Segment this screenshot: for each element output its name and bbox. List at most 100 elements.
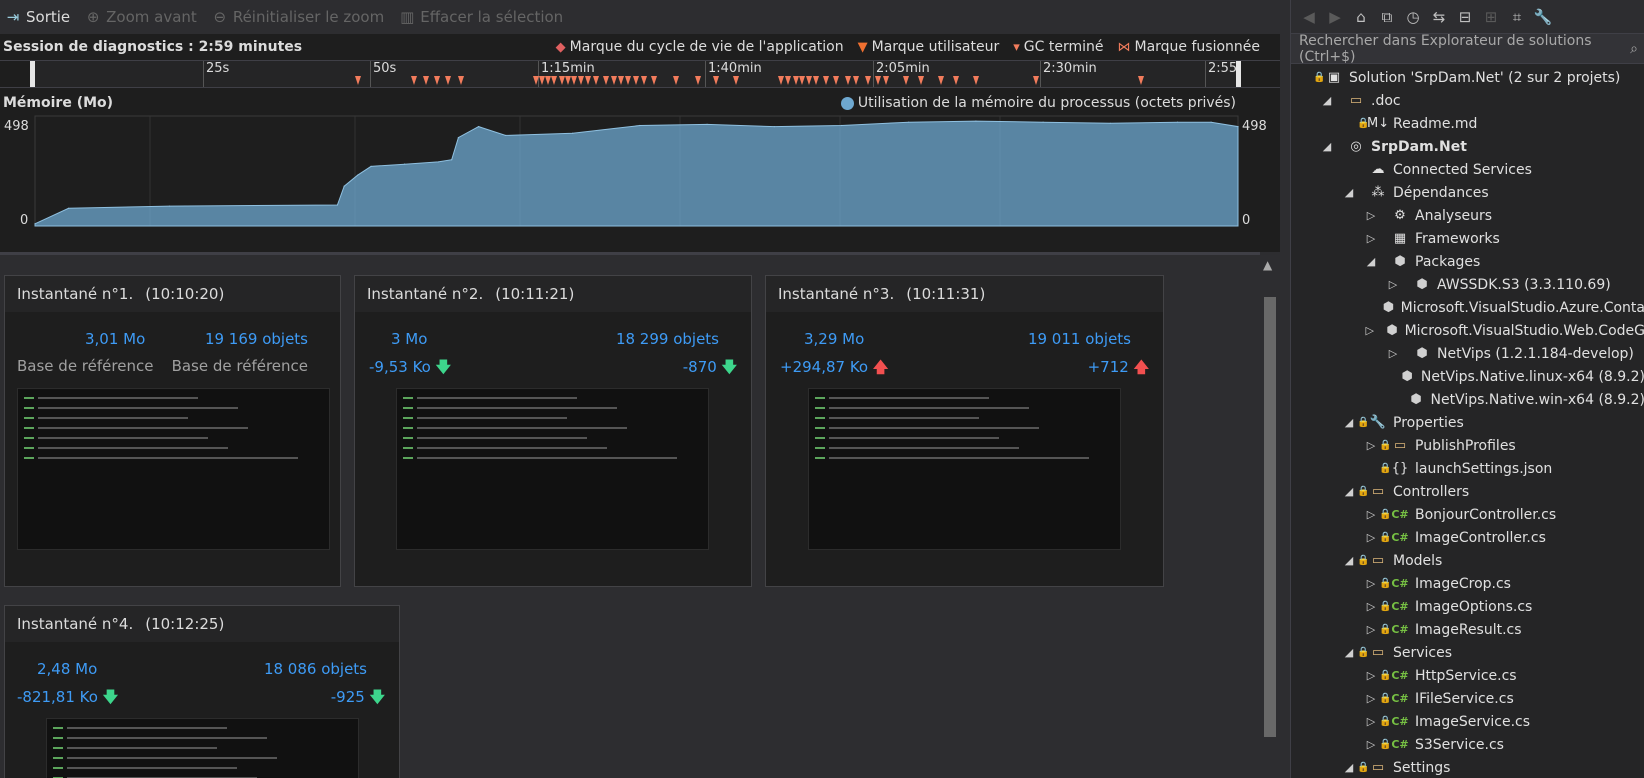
- snapshot-objects-delta-link[interactable]: -925 🡇: [331, 687, 385, 712]
- tree-node[interactable]: ▷ 🔒 C# BonjourController.cs: [1291, 503, 1644, 526]
- snapshot-size-link[interactable]: 3,29 Mo: [804, 330, 864, 348]
- tree-node[interactable]: ▷ ⬢ AWSSDK.S3 (3.3.110.69): [1291, 273, 1644, 296]
- filter-icon[interactable]: ⌗: [1507, 8, 1527, 26]
- expanded-arrow-icon[interactable]: ◢: [1341, 761, 1357, 774]
- snapshot-size-link[interactable]: 3,01 Mo: [85, 330, 145, 348]
- gc-marker[interactable]: [618, 76, 624, 85]
- collapsed-arrow-icon[interactable]: ▷: [1363, 531, 1379, 544]
- snapshot-card[interactable]: Instantané n°2. (10:11:21) 3 Mo 18 299 o…: [354, 275, 752, 587]
- tree-node[interactable]: 🔒{} launchSettings.json: [1291, 457, 1644, 480]
- gc-marker[interactable]: [434, 76, 440, 85]
- snapshot-size-link[interactable]: 3 Mo: [391, 330, 427, 348]
- gc-marker[interactable]: [1138, 76, 1144, 85]
- collapsed-arrow-icon[interactable]: ▷: [1363, 439, 1379, 452]
- tree-node[interactable]: ⬢ Microsoft.VisualStudio.Azure.Conta: [1291, 296, 1644, 319]
- gc-marker[interactable]: [853, 76, 859, 85]
- gc-marker[interactable]: [806, 76, 812, 85]
- tree-node[interactable]: ☁ Connected Services: [1291, 158, 1644, 181]
- tree-node[interactable]: ◢ 🔒 ▭ Settings: [1291, 756, 1644, 778]
- snapshot-size-delta-link[interactable]: -9,53 Ko 🡇: [369, 357, 451, 382]
- tree-node[interactable]: ▷ ⬢ NetVips (1.2.1.184-develop): [1291, 342, 1644, 365]
- gc-marker[interactable]: [865, 76, 871, 85]
- snapshot-objects-delta-link[interactable]: +712 🡅: [1088, 357, 1149, 382]
- zoom-in-button[interactable]: ⊕ Zoom avant: [84, 8, 197, 26]
- gc-marker[interactable]: [411, 76, 417, 85]
- gc-marker[interactable]: [833, 76, 839, 85]
- snapshot-objects-link[interactable]: 19 169 objets: [205, 330, 308, 348]
- scroll-up-icon[interactable]: ▲: [1263, 258, 1272, 272]
- tree-node[interactable]: ▷ ⬢ Microsoft.VisualStudio.Web.CodeG: [1291, 319, 1644, 342]
- snapshot-card[interactable]: Instantané n°3. (10:11:31) 3,29 Mo 19 01…: [765, 275, 1164, 587]
- collapsed-arrow-icon[interactable]: ▷: [1363, 692, 1379, 705]
- gc-marker[interactable]: [785, 76, 791, 85]
- gc-marker[interactable]: [355, 76, 361, 85]
- gc-marker[interactable]: [458, 76, 464, 85]
- splitter[interactable]: [1280, 0, 1290, 778]
- tree-node[interactable]: ▷ 🔒 C# ImageController.cs: [1291, 526, 1644, 549]
- gc-marker[interactable]: [695, 76, 701, 85]
- collapsed-arrow-icon[interactable]: ▷: [1363, 508, 1379, 521]
- gc-marker[interactable]: [423, 76, 429, 85]
- gc-marker[interactable]: [445, 76, 451, 85]
- collapsed-arrow-icon[interactable]: ▷: [1385, 278, 1401, 291]
- solution-search-box[interactable]: Rechercher dans Explorateur de solutions…: [1291, 33, 1644, 65]
- tree-node[interactable]: ▷ 🔒 C# ImageCrop.cs: [1291, 572, 1644, 595]
- snapshot-size-delta-link[interactable]: -821,81 Ko 🡇: [17, 687, 118, 712]
- tree-node[interactable]: 🔒 ▣ Solution 'SrpDam.Net' (2 sur 2 projets…: [1291, 66, 1644, 89]
- expanded-arrow-icon[interactable]: ◢: [1341, 646, 1357, 659]
- collapsed-arrow-icon[interactable]: ▷: [1363, 577, 1379, 590]
- collapsed-arrow-icon[interactable]: ▷: [1363, 623, 1379, 636]
- tree-node[interactable]: ▷ ⚙ Analyseurs: [1291, 204, 1644, 227]
- gc-marker[interactable]: [953, 76, 959, 85]
- tree-node[interactable]: ▷ 🔒 C# ImageOptions.cs: [1291, 595, 1644, 618]
- tree-node[interactable]: ◢ 🔒 ▭ Models: [1291, 549, 1644, 572]
- gc-marker[interactable]: [633, 76, 639, 85]
- tree-node[interactable]: 🔒 M↓ Readme.md: [1291, 112, 1644, 135]
- collapse-all-icon[interactable]: ⊟: [1455, 8, 1475, 26]
- gc-marker[interactable]: [845, 76, 851, 85]
- tree-node[interactable]: ⬢ NetVips.Native.linux-x64 (8.9.2): [1291, 365, 1644, 388]
- expanded-arrow-icon[interactable]: ◢: [1319, 94, 1335, 107]
- properties-icon[interactable]: 🔧: [1533, 8, 1553, 26]
- gc-marker[interactable]: [793, 76, 799, 85]
- tree-node[interactable]: ◢ ⬢ Packages: [1291, 250, 1644, 273]
- collapsed-arrow-icon[interactable]: ▷: [1363, 232, 1379, 245]
- tree-node[interactable]: ◢ 🔒 ▭ Services: [1291, 641, 1644, 664]
- gc-marker[interactable]: [813, 76, 819, 85]
- snapshot-size-link[interactable]: 2,48 Mo: [37, 660, 97, 678]
- collapsed-arrow-icon[interactable]: ▷: [1363, 738, 1379, 751]
- gc-marker[interactable]: [973, 76, 979, 85]
- tree-node[interactable]: ▷ 🔒 C# ImageResult.cs: [1291, 618, 1644, 641]
- clear-selection-button[interactable]: ▥ Effacer la sélection: [398, 8, 563, 26]
- forward-icon[interactable]: ▶: [1325, 8, 1345, 26]
- legend-lifecycle[interactable]: ◆ Marque du cycle de vie de l'application: [556, 39, 844, 55]
- collapsed-arrow-icon[interactable]: ▷: [1364, 324, 1376, 337]
- snapshot-objects-delta-link[interactable]: -870 🡇: [683, 357, 737, 382]
- home-icon[interactable]: ⌂: [1351, 8, 1371, 26]
- sync-icon[interactable]: ⇆: [1429, 8, 1449, 26]
- gc-marker[interactable]: [641, 76, 647, 85]
- timeline-ruler[interactable]: 25s 50s 1:15min 1:40min 2:05min 2:30min …: [0, 60, 1280, 88]
- expanded-arrow-icon[interactable]: ◢: [1341, 416, 1357, 429]
- expanded-arrow-icon[interactable]: ◢: [1319, 140, 1335, 153]
- snapshot-size-delta-link[interactable]: +294,87 Ko 🡅: [780, 357, 888, 382]
- gc-marker[interactable]: [778, 76, 784, 85]
- tree-node[interactable]: ▷ 🔒 C# S3Service.cs: [1291, 733, 1644, 756]
- exit-button[interactable]: ⇥ Sortie: [4, 8, 70, 26]
- memory-chart[interactable]: 498 0 498 0: [0, 114, 1280, 246]
- show-all-files-icon[interactable]: ⊞: [1481, 8, 1501, 26]
- gc-marker[interactable]: [938, 76, 944, 85]
- reset-zoom-button[interactable]: ⊖ Réinitialiser le zoom: [211, 8, 385, 26]
- legend-gc[interactable]: ▾ GC terminé: [1013, 39, 1103, 55]
- tree-node[interactable]: ▷ 🔒 ▭ PublishProfiles: [1291, 434, 1644, 457]
- snapshot-objects-link[interactable]: 18 086 objets: [264, 660, 367, 678]
- switch-views-icon[interactable]: ⧉: [1377, 8, 1397, 26]
- history-icon[interactable]: ◷: [1403, 8, 1423, 26]
- tree-node[interactable]: ◢ ◎ SrpDam.Net: [1291, 135, 1644, 158]
- gc-marker[interactable]: [823, 76, 829, 85]
- collapsed-arrow-icon[interactable]: ▷: [1363, 209, 1379, 222]
- gc-marker[interactable]: [611, 76, 617, 85]
- collapsed-arrow-icon[interactable]: ▷: [1363, 715, 1379, 728]
- snapshot-card[interactable]: Instantané n°1. (10:10:20) 3,01 Mo 19 16…: [4, 275, 341, 587]
- gc-marker[interactable]: [603, 76, 609, 85]
